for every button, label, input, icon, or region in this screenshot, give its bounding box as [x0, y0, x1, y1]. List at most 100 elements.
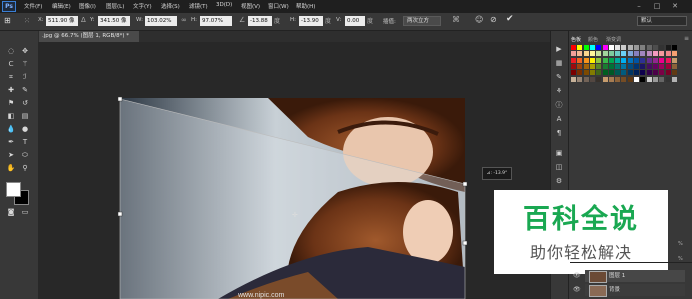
color-swatch[interactable] [596, 51, 602, 57]
panel-menu-icon[interactable]: ≡ [684, 35, 689, 42]
color-swatch[interactable] [646, 57, 652, 63]
gradient-tool-icon[interactable]: ▤ [20, 111, 30, 121]
color-swatch[interactable] [671, 63, 677, 69]
x-field[interactable]: 511.90 像 [46, 16, 78, 26]
transform-center-point[interactable]: ✛ [292, 211, 298, 219]
color-swatch[interactable] [571, 51, 576, 57]
color-swatch[interactable] [596, 70, 602, 76]
color-swatch[interactable] [627, 63, 633, 69]
healing-brush-icon[interactable]: ✚ [6, 85, 16, 95]
shape-tool-icon[interactable]: ⬭ [20, 150, 30, 160]
color-swatch[interactable] [640, 63, 646, 69]
color-swatch[interactable] [640, 45, 646, 50]
skew-v-field[interactable]: 0.00 [345, 16, 365, 26]
color-swatch[interactable] [571, 76, 576, 82]
color-swatch[interactable] [583, 45, 589, 50]
color-swatch[interactable] [615, 76, 621, 82]
visibility-eye-icon[interactable]: 👁 [573, 272, 581, 279]
lasso-tool-icon[interactable]: ᑕ [6, 59, 16, 69]
history-brush-icon[interactable]: ↺ [20, 98, 30, 108]
color-swatch[interactable] [608, 45, 614, 50]
color-swatch[interactable] [596, 63, 602, 69]
color-swatch[interactable] [589, 45, 595, 50]
color-swatch[interactable] [659, 63, 665, 69]
color-swatch[interactable] [640, 51, 646, 57]
color-swatch[interactable] [577, 70, 583, 76]
character-panel-icon[interactable]: A [554, 114, 564, 124]
color-swatch[interactable] [627, 70, 633, 76]
color-swatch[interactable] [571, 45, 576, 50]
tab-gradients[interactable]: 渐变调 [606, 36, 621, 43]
hand-tool-icon[interactable]: ✋ [6, 163, 16, 173]
color-swatch[interactable] [596, 76, 602, 82]
color-swatch[interactable] [589, 76, 595, 82]
color-swatch[interactable] [621, 45, 627, 50]
color-swatch[interactable] [665, 63, 671, 69]
foreground-color-swatch-top[interactable] [6, 182, 21, 197]
color-swatch[interactable] [602, 63, 608, 69]
menu-help[interactable]: 帮助(H) [296, 2, 315, 10]
color-swatch[interactable] [627, 45, 633, 50]
history-panel-icon[interactable]: ▦ [554, 58, 564, 68]
color-swatch[interactable] [583, 70, 589, 76]
menu-filter[interactable]: 滤镜(T) [189, 2, 208, 10]
color-swatch[interactable] [608, 63, 614, 69]
transform-handle-left[interactable] [117, 211, 123, 217]
angle-field[interactable]: -13.88 [248, 16, 272, 26]
magic-wand-icon[interactable]: ⚚ [20, 59, 30, 69]
color-swatch[interactable] [589, 70, 595, 76]
color-swatch[interactable] [640, 76, 646, 82]
color-swatch[interactable] [621, 70, 627, 76]
color-swatch[interactable] [640, 57, 646, 63]
color-swatch[interactable] [608, 76, 614, 82]
color-swatch[interactable] [646, 45, 652, 50]
color-swatch[interactable] [646, 51, 652, 57]
workspace-select[interactable]: 默认 [637, 16, 687, 26]
color-swatch[interactable] [596, 45, 602, 50]
warp-toggle-icon[interactable]: ☺ [475, 15, 483, 24]
move-tool-icon[interactable]: ✥ [20, 46, 30, 56]
tab-color[interactable]: 颜色 [588, 36, 598, 43]
styles-panel-icon[interactable]: ⚙ [554, 176, 564, 186]
color-swatch[interactable] [665, 45, 671, 50]
layer-comps-icon[interactable]: ▣ [554, 148, 564, 158]
menu-file[interactable]: 文件(F) [24, 2, 42, 10]
color-swatch[interactable] [665, 70, 671, 76]
brush-tool-icon[interactable]: ✎ [20, 85, 30, 95]
color-swatch[interactable] [652, 76, 658, 82]
color-swatch[interactable] [627, 57, 633, 63]
color-swatch[interactable] [665, 57, 671, 63]
color-swatch[interactable] [634, 57, 639, 63]
blur-tool-icon[interactable]: 💧 [6, 124, 16, 134]
clone-stamp-icon[interactable]: ⚑ [6, 98, 16, 108]
menu-window[interactable]: 窗口(W) [268, 2, 289, 10]
color-swatch[interactable] [671, 51, 677, 57]
cancel-transform-icon[interactable]: ⊘ [490, 15, 497, 24]
transform-handle-top-left[interactable] [117, 96, 123, 102]
color-swatch[interactable] [621, 57, 627, 63]
quick-mask-icon[interactable]: ◙ [6, 207, 16, 217]
color-swatch[interactable] [577, 63, 583, 69]
color-swatch[interactable] [621, 76, 627, 82]
transform-handle-right[interactable] [462, 240, 468, 246]
color-swatch[interactable] [659, 76, 665, 82]
color-swatch[interactable] [615, 45, 621, 50]
color-swatch[interactable] [615, 57, 621, 63]
color-swatch[interactable] [659, 70, 665, 76]
interpolation-select[interactable]: 两次立方 [403, 16, 441, 26]
paragraph-panel-icon[interactable]: ¶ [554, 128, 564, 138]
swatch-grid[interactable] [571, 45, 681, 85]
type-tool-icon[interactable]: T [20, 137, 30, 147]
close-icon[interactable]: ✕ [668, 1, 682, 11]
marquee-tool-icon[interactable]: ◌ [6, 46, 16, 56]
color-swatch[interactable] [665, 76, 671, 82]
color-swatch[interactable] [571, 57, 576, 63]
eraser-tool-icon[interactable]: ◧ [6, 111, 16, 121]
tab-swatches[interactable]: 色板 [571, 36, 581, 43]
crop-tool-icon[interactable]: ⌗ [6, 72, 16, 82]
color-swatch[interactable] [634, 70, 639, 76]
color-swatch[interactable] [608, 57, 614, 63]
color-swatch[interactable] [671, 70, 677, 76]
color-swatch[interactable] [577, 51, 583, 57]
color-swatch[interactable] [602, 76, 608, 82]
